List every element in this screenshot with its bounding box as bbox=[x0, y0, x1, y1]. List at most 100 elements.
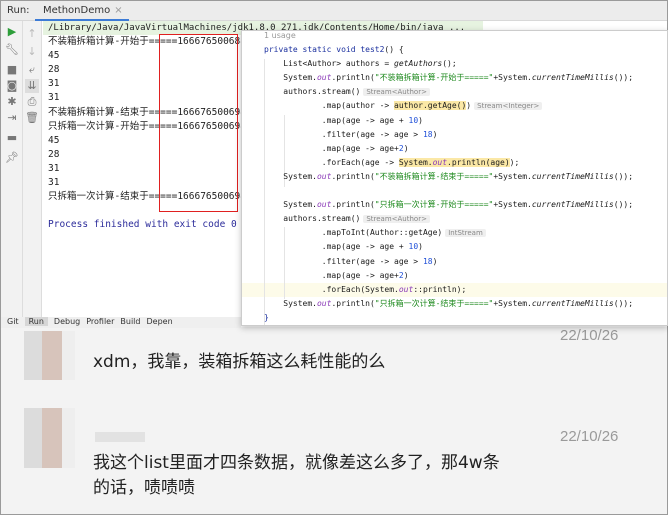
tool-tab-debug[interactable]: Debug bbox=[54, 317, 80, 326]
bug-icon[interactable]: ✱ bbox=[5, 95, 19, 109]
code-token: .map(age -> age + bbox=[264, 115, 409, 125]
code-token: +System. bbox=[493, 171, 532, 181]
code-line: .filter(age -> age > 18) bbox=[264, 128, 438, 142]
code-token: 10 bbox=[408, 242, 419, 252]
arrow-up-icon[interactable]: ↑ bbox=[25, 27, 39, 41]
console-line: 45 bbox=[48, 50, 60, 62]
tab-label: MethonDemo bbox=[43, 5, 111, 16]
exit-icon[interactable]: ⇥ bbox=[5, 111, 19, 125]
code-token: out bbox=[316, 73, 332, 83]
code-token: ::println); bbox=[413, 284, 467, 294]
code-token: ) bbox=[418, 242, 423, 252]
code-token: } bbox=[264, 312, 269, 322]
console-line: 28 bbox=[48, 148, 60, 160]
run-toolbar: ▶ 🔧︎ ■ ◙ ✱ ⇥ ▬ 📌︎ bbox=[1, 21, 23, 317]
code-token: .mapToInt(Author::getAge) bbox=[264, 228, 443, 238]
comment-date: 22/10/26 bbox=[560, 428, 619, 445]
type-hint: Stream<Integer> bbox=[474, 102, 543, 111]
code-token: ); bbox=[509, 157, 520, 167]
code-line: System.out.println("只拆箱一次计算-开始于====="+Sy… bbox=[264, 198, 633, 212]
code-token: ) bbox=[432, 256, 438, 266]
code-line: System.out.println("只拆箱一次计算-结束于====="+Sy… bbox=[264, 297, 633, 311]
code-token: author.getAge() bbox=[394, 101, 467, 111]
type-hint: Stream<Author> bbox=[363, 215, 430, 224]
code-token: +System. bbox=[493, 298, 532, 308]
code-token: List<Author> authors = bbox=[264, 59, 395, 69]
comment-text-line1: 我这个list里面才四条数据，就像差这么多了，那4w条 bbox=[93, 453, 500, 473]
pin-icon[interactable]: 📌︎ bbox=[5, 151, 19, 165]
code-token: System. bbox=[264, 298, 317, 308]
code-token: +System. bbox=[493, 200, 532, 210]
avatar[interactable] bbox=[24, 408, 75, 468]
console-line: 45 bbox=[48, 134, 60, 146]
code-line: .filter(age -> age > 18) bbox=[264, 255, 438, 269]
code-line: .forEach(age -> System.out.println(age))… bbox=[264, 156, 519, 170]
code-token: ()); bbox=[613, 73, 634, 83]
comment-date: 22/10/26 bbox=[560, 327, 619, 344]
console-line: 28 bbox=[48, 64, 60, 76]
code-line: List<Author> authors = getAuthors(); bbox=[264, 57, 457, 71]
code-token: authors.stream() bbox=[264, 87, 361, 97]
code-line: .map(age -> age + 10) bbox=[264, 114, 423, 128]
run-tab-bar: Run: MethonDemo × bbox=[1, 1, 667, 21]
avatar[interactable] bbox=[24, 331, 75, 380]
tool-tab-git[interactable]: Git bbox=[7, 317, 19, 326]
close-icon[interactable]: × bbox=[114, 5, 122, 16]
code-token: .forEach(System. bbox=[264, 284, 399, 294]
code-token: .println( bbox=[331, 171, 375, 181]
code-line: .map(age -> age + 10) bbox=[264, 240, 423, 254]
tool-tab-build[interactable]: Build bbox=[120, 317, 140, 326]
tool-tab-depen[interactable]: Depen bbox=[146, 317, 172, 326]
code-line: System.out.println("不装箱拆箱计算-结束于====="+Sy… bbox=[264, 170, 633, 184]
code-token: 10 bbox=[408, 115, 419, 125]
arrow-down-icon[interactable]: ↓ bbox=[25, 45, 39, 59]
layout-icon[interactable]: ▬ bbox=[5, 131, 19, 145]
tool-tab-run[interactable]: Run bbox=[24, 317, 48, 326]
code-token: (); bbox=[442, 59, 457, 69]
code-token: 18 bbox=[422, 256, 433, 266]
code-token: .filter(age -> age > bbox=[264, 256, 423, 266]
run-icon[interactable]: ▶ bbox=[5, 25, 19, 39]
code-token: System. bbox=[398, 157, 433, 167]
code-token: .filter(age -> age > bbox=[264, 129, 423, 139]
console-line: 31 bbox=[48, 177, 60, 188]
code-token: private static void bbox=[264, 45, 361, 54]
print-icon[interactable]: ⎙ bbox=[25, 95, 39, 109]
scroll-to-end-icon[interactable]: ⇊ bbox=[25, 79, 39, 93]
code-popup: 1 usage private static void test2() { Li… bbox=[241, 30, 668, 326]
code-token: .println( bbox=[331, 298, 375, 308]
code-line: authors.stream() Stream<Author> bbox=[264, 85, 430, 99]
camera-icon[interactable]: ◙ bbox=[5, 79, 19, 93]
code-token: System. bbox=[264, 200, 317, 210]
code-token: "只拆箱一次计算-结束于=====" bbox=[374, 298, 494, 308]
code-token: +System. bbox=[493, 73, 532, 83]
tab-methondemo[interactable]: MethonDemo × bbox=[35, 1, 129, 21]
code-token: out bbox=[316, 200, 332, 210]
code-token: System. bbox=[264, 171, 317, 181]
code-token: currentTimeMillis bbox=[531, 200, 614, 210]
code-token: test2 bbox=[360, 45, 385, 54]
code-token: ()); bbox=[613, 200, 634, 210]
code-line: .mapToInt(Author::getAge) IntStream bbox=[264, 226, 486, 240]
code-token: ()); bbox=[613, 298, 634, 308]
code-token: authors.stream() bbox=[264, 214, 361, 224]
tool-window-bar: Git Run Debug Profiler Build Depen bbox=[1, 317, 241, 328]
trash-icon[interactable]: 🗑︎ bbox=[25, 111, 39, 125]
code-token: System. bbox=[264, 73, 317, 83]
code-token: .forEach(age -> bbox=[264, 157, 399, 167]
code-token: out bbox=[432, 157, 448, 167]
wrench-icon[interactable]: 🔧︎ bbox=[5, 43, 19, 57]
code-token: ) bbox=[466, 101, 472, 111]
code-line: private static void test2() { bbox=[264, 43, 404, 57]
code-token: ) bbox=[403, 270, 409, 280]
code-token: currentTimeMillis bbox=[531, 73, 614, 83]
console-line: 31 bbox=[48, 78, 60, 90]
code-token: out bbox=[398, 284, 414, 294]
type-hint: Stream<Author> bbox=[363, 88, 430, 97]
stop-icon[interactable]: ■ bbox=[5, 63, 19, 77]
username[interactable] bbox=[95, 432, 145, 442]
soft-wrap-icon[interactable]: ⤶ bbox=[25, 63, 39, 77]
code-token: "只拆箱一次计算-开始于=====" bbox=[374, 200, 494, 210]
code-token: ) bbox=[418, 115, 423, 125]
tool-tab-profiler[interactable]: Profiler bbox=[86, 317, 114, 326]
